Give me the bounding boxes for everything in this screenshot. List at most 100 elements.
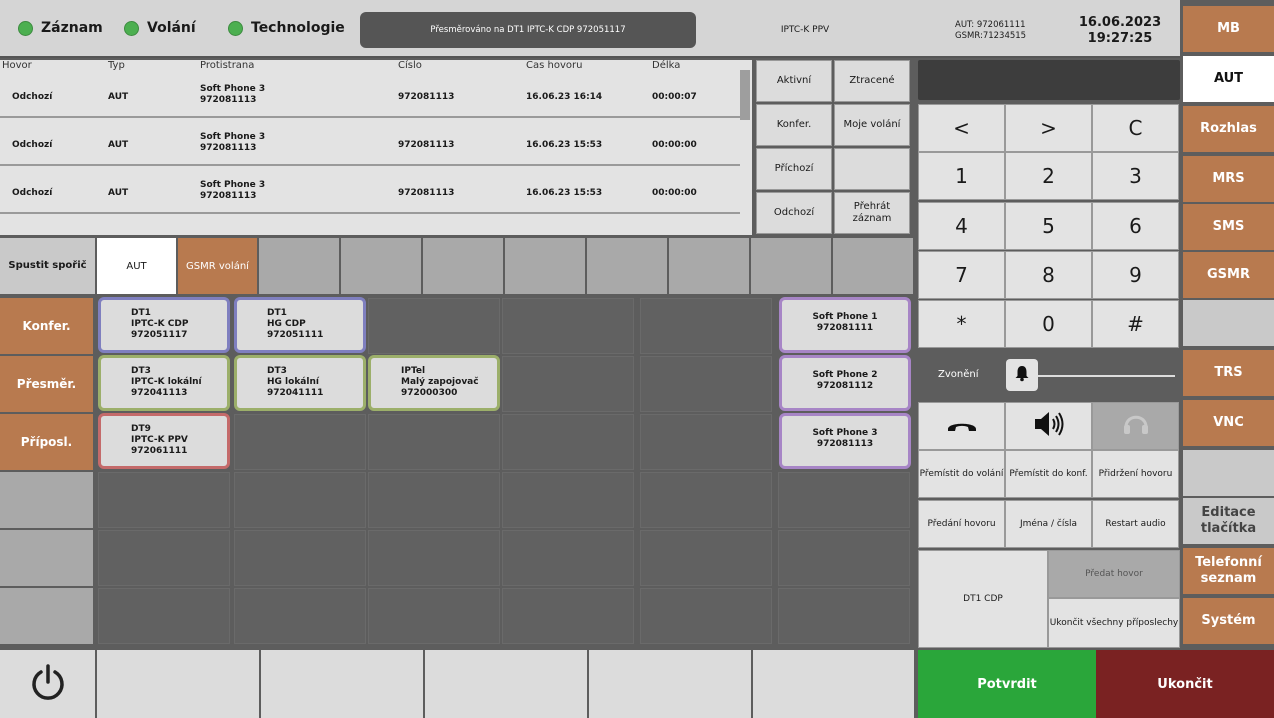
empty-grid-cell xyxy=(502,530,634,586)
filter-conf-button[interactable]: Konfer. xyxy=(756,104,832,146)
power-button[interactable] xyxy=(0,650,97,718)
contact-dt3-hg-local[interactable]: DT3 HG lokální 972041111 xyxy=(234,355,366,411)
filter-lost-button[interactable]: Ztracené xyxy=(834,60,910,102)
bottom-empty-button[interactable] xyxy=(97,650,261,718)
empty-action-button[interactable] xyxy=(0,472,93,528)
names-numbers-button[interactable]: Jména / čísla xyxy=(1005,500,1092,548)
menu-gsmr[interactable]: GSMR xyxy=(1183,252,1274,298)
menu-system[interactable]: Systém xyxy=(1183,598,1274,644)
menu-mrs[interactable]: MRS xyxy=(1183,156,1274,202)
contact-soft-phone-1[interactable]: Soft Phone 1 972081111 xyxy=(779,297,911,353)
key-hash[interactable]: # xyxy=(1092,300,1179,348)
play-recording-button[interactable]: Přehrát záznam xyxy=(834,192,910,234)
filter-empty-button[interactable] xyxy=(834,148,910,190)
col-header-length: Délka xyxy=(652,60,681,71)
bottom-empty-button[interactable] xyxy=(425,650,589,718)
filter-incoming-button[interactable]: Příchozí xyxy=(756,148,832,190)
status-dot-icon xyxy=(228,20,243,36)
menu-mb[interactable]: MB xyxy=(1183,6,1274,52)
contact-dt3-iptc-local[interactable]: DT3 IPTC-K lokální 972041113 xyxy=(98,355,230,411)
bottom-empty-button[interactable] xyxy=(261,650,425,718)
ringing-label: Zvonění xyxy=(938,369,979,380)
tab-empty[interactable] xyxy=(669,238,751,294)
contact-soft-phone-3[interactable]: Soft Phone 3 972081113 xyxy=(779,413,911,469)
key-back[interactable]: < xyxy=(918,104,1005,152)
hang-up-button[interactable] xyxy=(918,402,1005,450)
key-7[interactable]: 7 xyxy=(918,251,1005,299)
tab-empty[interactable] xyxy=(259,238,341,294)
contact-soft-phone-2[interactable]: Soft Phone 2 972081112 xyxy=(779,355,911,411)
end-all-listening-button[interactable]: Ukončit všechny příposlechy xyxy=(1048,598,1180,648)
empty-grid-cell xyxy=(98,588,230,644)
key-6[interactable]: 6 xyxy=(1092,202,1179,250)
table-row[interactable]: Odchozí AUT Soft Phone 3 972081113 97208… xyxy=(0,120,740,166)
screensaver-button[interactable]: Spustit spořič xyxy=(0,238,97,294)
bottom-empty-button[interactable] xyxy=(753,650,916,718)
pass-call-button[interactable]: Předat hovor xyxy=(1048,550,1180,598)
table-row[interactable]: Odchozí AUT Soft Phone 3 972081113 97208… xyxy=(0,168,740,214)
key-0[interactable]: 0 xyxy=(1005,300,1092,348)
key-2[interactable]: 2 xyxy=(1005,152,1092,200)
bottom-empty-button[interactable] xyxy=(589,650,753,718)
tab-empty[interactable] xyxy=(751,238,833,294)
dt1-cdp-button[interactable]: DT1 CDP xyxy=(918,550,1048,648)
restart-audio-button[interactable]: Restart audio xyxy=(1092,500,1179,548)
key-forward[interactable]: > xyxy=(1005,104,1092,152)
contact-dt1-iptc-cdp[interactable]: DT1 IPTC-K CDP 972051117 xyxy=(98,297,230,353)
move-to-conf-button[interactable]: Přemístit do konf. xyxy=(1005,450,1092,498)
conference-button[interactable]: Konfer. xyxy=(0,298,93,354)
tab-empty[interactable] xyxy=(341,238,423,294)
key-1[interactable]: 1 xyxy=(918,152,1005,200)
menu-rozhlas[interactable]: Rozhlas xyxy=(1183,106,1274,152)
tab-empty[interactable] xyxy=(423,238,505,294)
table-row[interactable]: Odchozí AUT Soft Phone 3 972081113 97208… xyxy=(0,72,740,118)
listen-in-button[interactable]: Příposl. xyxy=(0,414,93,470)
key-3[interactable]: 3 xyxy=(1092,152,1179,200)
key-clear[interactable]: C xyxy=(1092,104,1179,152)
key-5[interactable]: 5 xyxy=(1005,202,1092,250)
menu-sms[interactable]: SMS xyxy=(1183,204,1274,250)
redirect-button[interactable]: Přesměr. xyxy=(0,356,93,412)
tab-gsmr-calls[interactable]: GSMR volání xyxy=(178,238,259,294)
tab-aut[interactable]: AUT xyxy=(97,238,178,294)
tab-empty[interactable] xyxy=(587,238,669,294)
empty-grid-cell xyxy=(98,472,230,528)
col-header-type: Typ xyxy=(108,60,125,71)
menu-empty-2[interactable] xyxy=(1183,450,1274,496)
empty-action-button[interactable] xyxy=(0,530,93,586)
menu-trs[interactable]: TRS xyxy=(1183,350,1274,396)
transfer-call-button[interactable]: Předání hovoru xyxy=(918,500,1005,548)
key-star[interactable]: * xyxy=(918,300,1005,348)
headset-icon xyxy=(1121,410,1151,443)
move-to-call-button[interactable]: Přemístit do volání xyxy=(918,450,1005,498)
table-scrollbar[interactable] xyxy=(740,70,750,120)
menu-edit-buttons[interactable]: Editace tlačítka xyxy=(1183,498,1274,544)
headset-button[interactable] xyxy=(1092,402,1179,450)
top-status-bar: Záznam Volání Technologie Přesměrováno n… xyxy=(0,0,1180,58)
menu-phonebook[interactable]: Telefonní seznam xyxy=(1183,548,1274,594)
filter-active-button[interactable]: Aktivní xyxy=(756,60,832,102)
key-8[interactable]: 8 xyxy=(1005,251,1092,299)
key-4[interactable]: 4 xyxy=(918,202,1005,250)
menu-vnc[interactable]: VNC xyxy=(1183,400,1274,446)
contact-iptel[interactable]: IPTel Malý zapojovač 972000300 xyxy=(368,355,500,411)
contact-dt9-iptc-ppv[interactable]: DT9 IPTC-K PPV 972061111 xyxy=(98,413,230,469)
menu-aut[interactable]: AUT xyxy=(1183,56,1274,102)
tab-empty[interactable] xyxy=(833,238,915,294)
empty-action-button[interactable] xyxy=(0,588,93,644)
end-button[interactable]: Ukončit xyxy=(1096,650,1274,718)
filter-my-calls-button[interactable]: Moje volání xyxy=(834,104,910,146)
menu-empty-1[interactable] xyxy=(1183,300,1274,346)
empty-grid-cell xyxy=(502,298,634,354)
confirm-button[interactable]: Potvrdit xyxy=(918,650,1096,718)
filter-outgoing-button[interactable]: Odchozí xyxy=(756,192,832,234)
hold-call-button[interactable]: Přidržení hovoru xyxy=(1092,450,1179,498)
tab-empty[interactable] xyxy=(505,238,587,294)
number-info: AUT: 972061111 GSMR:71234515 xyxy=(955,20,1027,41)
ringing-slider-handle[interactable] xyxy=(1006,359,1038,391)
status-dot-icon xyxy=(18,20,33,36)
contact-dt1-hg-cdp[interactable]: DT1 HG CDP 972051111 xyxy=(234,297,366,353)
indicator-technology: Technologie xyxy=(228,20,345,36)
speaker-button[interactable] xyxy=(1005,402,1092,450)
key-9[interactable]: 9 xyxy=(1092,251,1179,299)
